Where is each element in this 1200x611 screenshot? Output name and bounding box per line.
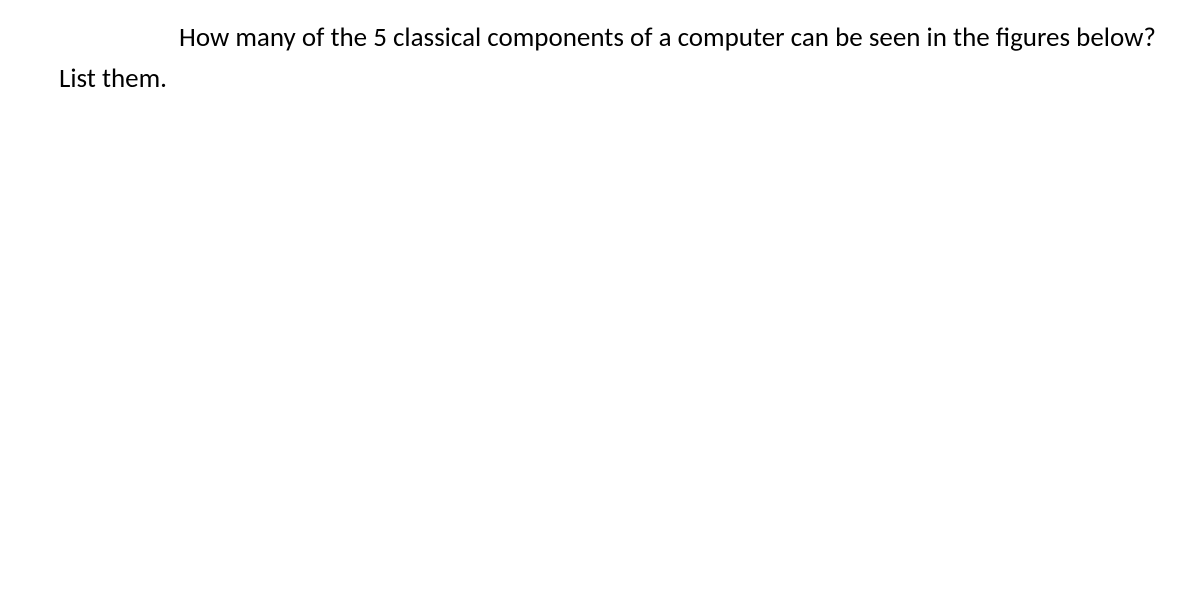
document-content: How many of the 5 classical components o… xyxy=(0,0,1200,99)
question-text: How many of the 5 classical components o… xyxy=(59,18,1180,99)
